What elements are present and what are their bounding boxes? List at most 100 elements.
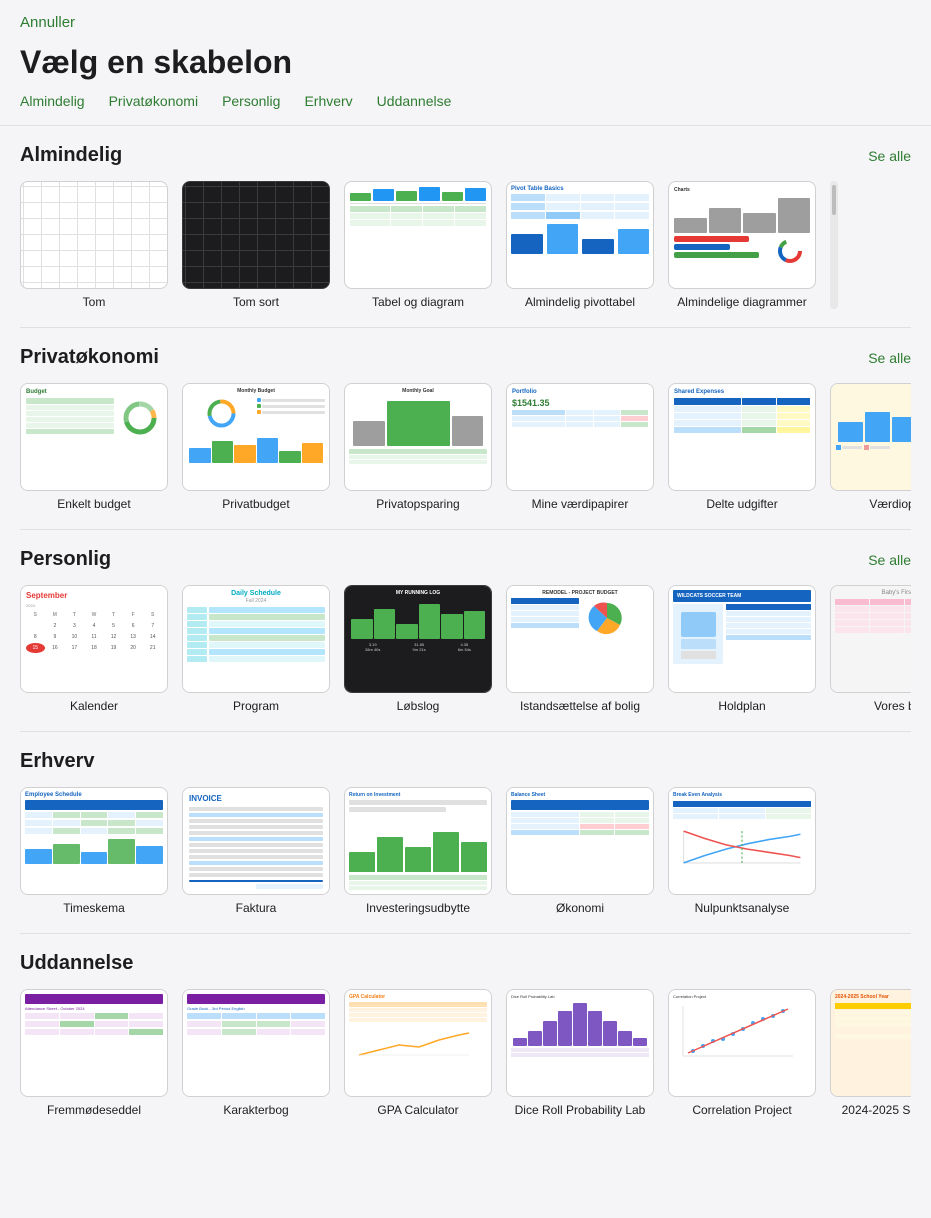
sr6 bbox=[187, 642, 325, 648]
durc03 bbox=[777, 398, 811, 405]
durc13 bbox=[777, 406, 811, 412]
template-diagrams[interactable]: Charts bbox=[668, 181, 816, 309]
be-chart-svg bbox=[673, 822, 811, 872]
template-faktura[interactable]: INVOICE Faktura bbox=[182, 787, 330, 915]
template-kalender[interactable]: September 2024 S M T W T F S 2 3 4 bbox=[20, 585, 168, 713]
template-holdplan[interactable]: WILDCATS SOCCER TEAM bbox=[668, 585, 816, 713]
edu1c13 bbox=[95, 1013, 129, 1019]
inv-total bbox=[256, 884, 323, 889]
template-timeskema[interactable]: Employee Schedule bbox=[20, 787, 168, 915]
cch-m: M bbox=[46, 610, 65, 620]
template-sandsynlighed[interactable]: Dice Roll Probability Lab bbox=[506, 989, 654, 1117]
pr2 bbox=[511, 212, 649, 219]
edu2c12 bbox=[222, 1013, 256, 1019]
scroll-indicator[interactable] bbox=[830, 181, 838, 309]
edu1c23 bbox=[95, 1021, 129, 1027]
template-timeskema-label: Timeskema bbox=[63, 901, 125, 915]
pivot-title: Pivot Table Basics bbox=[511, 186, 649, 192]
template-istandsaettelse[interactable]: REMODEL - PROJECT BUDGET bbox=[506, 585, 654, 713]
sched-title: Daily Schedule bbox=[187, 590, 325, 597]
template-vaerdipapirer[interactable]: Portfolio $1541.35 bbox=[506, 383, 654, 511]
pc23 bbox=[581, 212, 615, 219]
durc12 bbox=[742, 406, 776, 412]
template-vores-baby-label: Vores baby bbox=[874, 699, 911, 713]
vob3 bbox=[892, 417, 911, 442]
template-privatopsparing[interactable]: Monthly Goal Privatopsparing bbox=[344, 383, 492, 511]
template-pivot[interactable]: Pivot Table Basics bbox=[506, 181, 654, 309]
pbb4 bbox=[257, 438, 279, 463]
nav-personal[interactable]: Personlig bbox=[222, 93, 280, 109]
template-korrelation[interactable]: Correlation Project bbox=[668, 989, 816, 1117]
pc04 bbox=[615, 194, 649, 201]
template-skoleaar[interactable]: 2024-2025 School Year 2024-2025 School Y… bbox=[830, 989, 911, 1117]
template-pivot-thumb: Pivot Table Basics bbox=[506, 181, 654, 289]
template-loebslog[interactable]: MY RUNNING LOG 3.1928m 40s 31.859m 21s 4… bbox=[344, 585, 492, 713]
nav-education[interactable]: Uddannelse bbox=[377, 93, 452, 109]
see-all-finance[interactable]: Se alle bbox=[868, 350, 911, 366]
cancel-button[interactable]: Annuller bbox=[20, 14, 75, 31]
template-program[interactable]: Daily Schedule Fall 2024 bbox=[182, 585, 330, 713]
template-tom-sort-label: Tom sort bbox=[233, 295, 279, 309]
section-finance: Privatøkonomi Se alle Budget bbox=[0, 328, 931, 529]
template-fremmoedeseddel[interactable]: Attendance Sheet - October 2024 bbox=[20, 989, 168, 1117]
template-karakterbog[interactable]: Grade Book - 3rd Period English bbox=[182, 989, 330, 1117]
durc23 bbox=[777, 413, 811, 419]
tpr2 bbox=[726, 617, 811, 622]
tp-photo bbox=[673, 604, 723, 664]
tp-roster bbox=[726, 604, 811, 664]
see-all-general[interactable]: Se alle bbox=[868, 148, 911, 164]
pbb6 bbox=[302, 443, 324, 463]
template-gpa-thumb: GPA Calculator bbox=[344, 989, 492, 1097]
pbl2-dot bbox=[257, 404, 261, 408]
edu1-title: Attendance Sheet - October 2024 bbox=[25, 1006, 163, 1011]
econc42 bbox=[580, 830, 614, 835]
template-vaerdiopgoerelse[interactable]: Net Worth Overview Værdiopgø... bbox=[830, 383, 911, 511]
diag-hbars bbox=[674, 236, 810, 266]
section-personal-title: Personlig bbox=[20, 548, 111, 571]
template-oekonomi[interactable]: Balance Sheet bbox=[506, 787, 654, 915]
pr0 bbox=[511, 194, 649, 201]
nav-general[interactable]: Almindelig bbox=[20, 93, 85, 109]
template-tom-sort[interactable]: Tom sort bbox=[182, 181, 330, 309]
roit1 bbox=[349, 875, 487, 880]
tp-header-text: WILDCATS SOCCER TEAM bbox=[677, 593, 741, 599]
template-gpa[interactable]: GPA Calculator GPA Calculator bbox=[344, 989, 492, 1117]
pbb3 bbox=[234, 445, 256, 463]
nav-personal-finance[interactable]: Privatøkonomi bbox=[109, 93, 198, 109]
roi-title: Return on Investment bbox=[349, 792, 487, 798]
diceb8 bbox=[618, 1031, 632, 1046]
pbb2 bbox=[212, 441, 234, 463]
template-loebslog-label: Løbslog bbox=[397, 699, 440, 713]
template-enkelt-budget[interactable]: Budget bbox=[20, 383, 168, 511]
cc11: 11 bbox=[85, 632, 104, 642]
table-area bbox=[350, 206, 486, 283]
nav-business[interactable]: Erhverv bbox=[304, 93, 352, 109]
gpat3 bbox=[349, 1018, 487, 1022]
eb-donut bbox=[117, 398, 162, 438]
template-delte-udgifter-label: Delte udgifter bbox=[706, 497, 777, 511]
econ-content: Balance Sheet bbox=[507, 788, 653, 894]
ebt4 bbox=[26, 417, 114, 422]
corr-chart-svg bbox=[673, 1001, 803, 1066]
ecb1 bbox=[25, 849, 52, 864]
ib-table bbox=[511, 598, 579, 638]
edu1c34 bbox=[129, 1029, 163, 1035]
betc22 bbox=[719, 814, 764, 819]
template-faktura-label: Faktura bbox=[236, 901, 277, 915]
template-nulpunktsanalyse[interactable]: Break Even Analysis bbox=[668, 787, 816, 915]
template-privatbudget[interactable]: Monthly Budget bbox=[182, 383, 330, 511]
db2 bbox=[709, 208, 742, 233]
tabel-diagram-content bbox=[345, 182, 491, 288]
template-vores-baby[interactable]: Baby's First Year bbox=[830, 585, 911, 713]
diceb1 bbox=[513, 1038, 527, 1046]
invl9 bbox=[189, 855, 323, 859]
see-all-personal[interactable]: Se alle bbox=[868, 552, 911, 568]
mvr3 bbox=[512, 422, 648, 427]
pb-donut-area bbox=[187, 396, 255, 431]
template-investeringsudbytte[interactable]: Return on Investment bbox=[344, 787, 492, 915]
template-tom[interactable]: Tom bbox=[20, 181, 168, 309]
ib-right bbox=[582, 598, 650, 638]
template-tabel-diagram[interactable]: Tabel og diagram bbox=[344, 181, 492, 309]
template-delte-udgifter[interactable]: Shared Expenses bbox=[668, 383, 816, 511]
babyr3 bbox=[835, 620, 911, 626]
